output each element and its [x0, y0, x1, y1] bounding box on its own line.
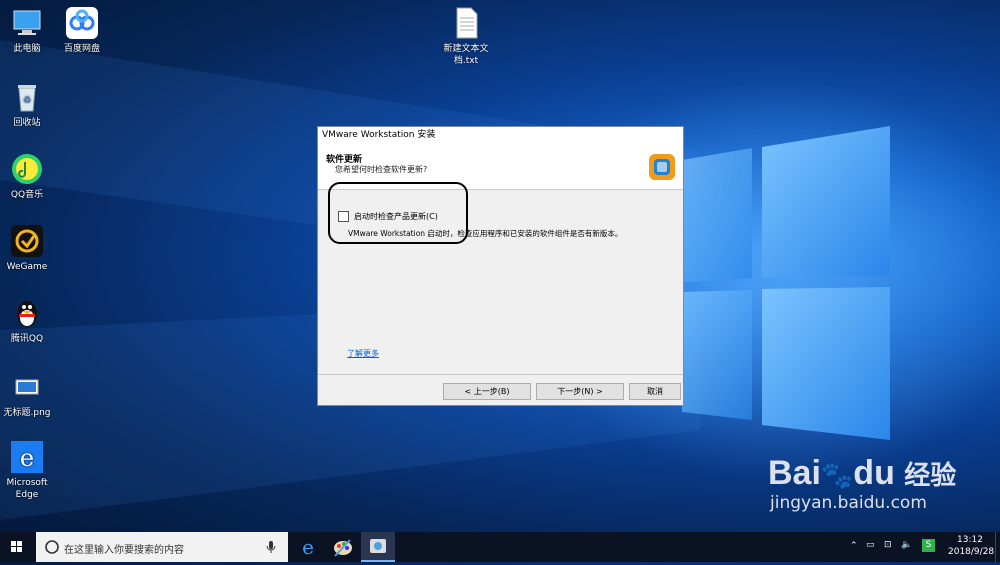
desktop-icon-tencent-qq[interactable]: 腾讯QQ	[0, 296, 59, 345]
image-file-icon	[10, 370, 44, 404]
tray-network-icon[interactable]: ⊡	[884, 540, 892, 550]
tray-ime-icon[interactable]: S	[922, 539, 935, 552]
recycle-bin-icon: ♻	[10, 80, 44, 114]
header-subtitle: 您希望何时检查软件更新?	[335, 165, 428, 174]
svg-text:♻: ♻	[23, 96, 31, 106]
edge-icon: e	[302, 535, 314, 559]
desktop-icon-label: 无标题.png	[3, 408, 51, 418]
desktop-icon-label-line1: 新建文本文	[443, 44, 489, 54]
vmware-installer-window[interactable]: VMware Workstation 安装 软件更新 您希望何时检查软件更新? …	[317, 126, 684, 406]
desktop-icon-label: WeGame	[6, 262, 48, 272]
svg-text:e: e	[20, 444, 34, 472]
desktop-icon-label-line2: 档.txt	[453, 56, 479, 66]
cortana-circle-icon	[45, 540, 59, 554]
desktop-icon-untitled-png[interactable]: 无标题.png	[0, 370, 59, 419]
taskbar-vmware-installer[interactable]	[361, 532, 395, 562]
tray-volume-icon[interactable]: 🔈	[901, 540, 912, 550]
desktop-icon-label: 百度网盘	[63, 44, 100, 54]
windows-start-icon	[11, 541, 22, 552]
annotation-highlight	[328, 182, 468, 244]
watermark-brand2: du	[853, 454, 895, 492]
clock[interactable]: 13:12 2018/9/28	[948, 535, 995, 557]
tray-chevron-up-icon[interactable]: ⌃	[850, 541, 858, 551]
vmware-logo-icon	[647, 152, 675, 180]
clock-date: 2018/9/28	[948, 547, 995, 557]
search-placeholder: 在这里输入你要搜索的内容	[64, 545, 184, 556]
cancel-button[interactable]: 取消	[629, 383, 681, 400]
desktop-icon-new-text-doc[interactable]: 新建文本文 档.txt	[434, 6, 498, 67]
computer-icon	[10, 6, 44, 40]
text-document-icon	[449, 6, 483, 40]
watermark-brand: Bai	[768, 454, 821, 492]
show-desktop-button[interactable]	[995, 532, 1000, 562]
installer-icon	[370, 539, 386, 553]
desktop-icon-label: 腾讯QQ	[10, 334, 44, 344]
window-title[interactable]: VMware Workstation 安装	[318, 127, 683, 144]
microphone-icon[interactable]	[264, 532, 278, 562]
clock-time: 13:12	[957, 535, 983, 545]
svg-text:e: e	[302, 535, 314, 559]
desktop-icon-recycle-bin[interactable]: ♻ 回收站	[0, 80, 59, 129]
qq-penguin-icon	[10, 296, 44, 330]
paint-icon	[334, 539, 352, 557]
watermark-cn: 经验	[904, 460, 957, 490]
button-separator	[318, 374, 683, 375]
desktop-icon-label-line2: Edge	[15, 490, 39, 500]
desktop-icon-qq-music[interactable]: QQ音乐	[0, 152, 59, 201]
learn-more-link[interactable]: 了解更多	[347, 348, 379, 359]
desktop-icon-label: 回收站	[13, 118, 41, 128]
tray-battery-icon[interactable]: ▭	[866, 540, 875, 550]
edge-icon: e	[10, 440, 44, 474]
paw-icon: 🐾	[820, 460, 854, 490]
taskbar: 在这里输入你要搜索的内容 e ⌃ ▭ ⊡ 🔈 S 13:12 2018/9/28	[0, 532, 1000, 562]
desktop-icon-microsoft-edge[interactable]: e Microsoft Edge	[0, 440, 59, 501]
desktop-icon-wegame[interactable]: WeGame	[0, 224, 59, 273]
baidu-netdisk-icon	[65, 6, 99, 40]
desktop-icon-baidu-netdisk[interactable]: 百度网盘	[50, 6, 114, 55]
taskbar-edge[interactable]: e	[291, 532, 325, 562]
qq-music-icon	[10, 152, 44, 186]
baidu-jingyan-watermark: Bai🐾du 经验 jingyan.baidu.com	[768, 455, 956, 513]
next-button[interactable]: 下一步(N) >	[536, 383, 624, 400]
start-button[interactable]	[0, 532, 34, 562]
watermark-url: jingyan.baidu.com	[770, 493, 927, 513]
desktop-icon-label: QQ音乐	[10, 190, 44, 200]
taskbar-paint[interactable]	[326, 532, 360, 562]
desktop-icon-label-line1: Microsoft	[6, 478, 48, 488]
wegame-icon	[10, 224, 44, 258]
back-button[interactable]: < 上一步(B)	[443, 383, 531, 400]
taskbar-search-box[interactable]: 在这里输入你要搜索的内容	[36, 532, 288, 562]
